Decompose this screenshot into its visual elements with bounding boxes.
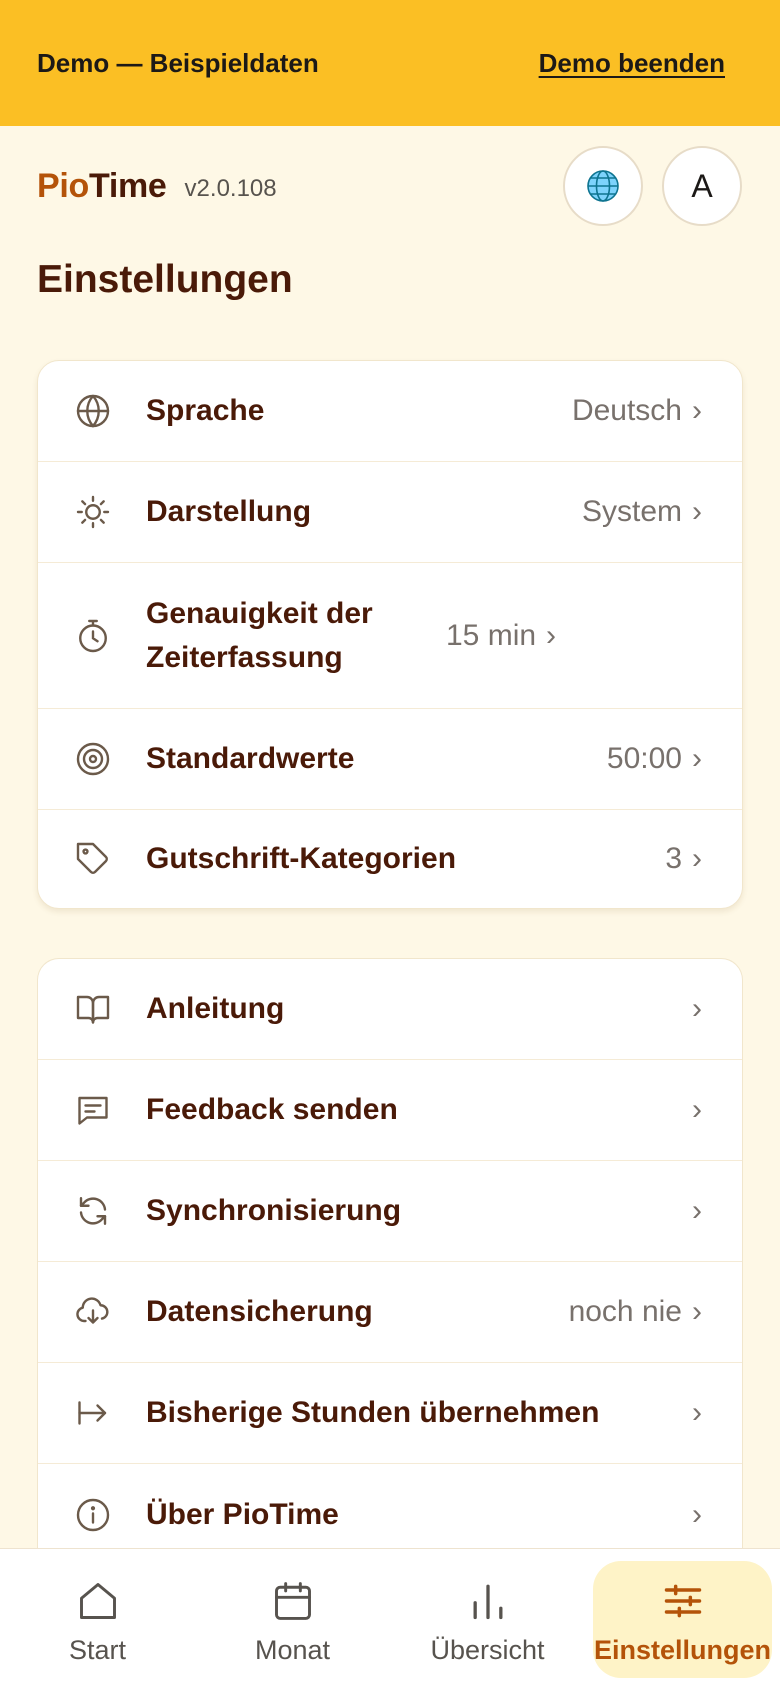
chevron-right-icon: › xyxy=(546,618,557,652)
home-icon xyxy=(79,1583,116,1619)
about-row[interactable]: Über PioTime › xyxy=(38,1464,742,1558)
tag-icon xyxy=(74,840,112,878)
guide-row[interactable]: Anleitung › xyxy=(38,959,742,1060)
more-card: Anleitung › Feedback senden › Synchronis… xyxy=(37,958,743,1558)
setting-credit-categories-row[interactable]: Gutschrift-Kategorien 3 › xyxy=(38,810,742,908)
chevron-right-icon: › xyxy=(692,394,702,427)
sliders-icon xyxy=(664,1584,701,1618)
setting-appearance-row[interactable]: Darstellung System › xyxy=(38,462,742,563)
nav-label: Einstellungen xyxy=(593,1635,772,1665)
nav-month[interactable]: Monat xyxy=(195,1549,390,1688)
setting-value: System xyxy=(581,495,682,528)
setting-value: Deutsch xyxy=(571,394,682,427)
import-arrow-icon xyxy=(74,1394,112,1432)
chevron-right-icon: › xyxy=(692,1093,702,1126)
settings-card: Sprache Deutsch › Darstellung System › G… xyxy=(37,360,743,909)
bar-chart-icon xyxy=(473,1584,502,1620)
bottom-navigation: Start Monat Übersicht Einstellungen xyxy=(0,1548,780,1688)
app-logo: PioTime xyxy=(37,167,167,206)
cloud-download-icon xyxy=(74,1293,112,1331)
page-title: Einstellungen xyxy=(37,258,293,301)
setting-precision-row[interactable]: Genauigkeit der Zeiterfassung 15 min › xyxy=(38,563,742,709)
chevron-right-icon: › xyxy=(692,495,702,528)
menu-label: Datensicherung xyxy=(146,1295,373,1328)
avatar-initial: A xyxy=(691,167,713,204)
info-icon xyxy=(74,1496,112,1534)
calendar-icon xyxy=(274,1582,311,1620)
nav-label: Monat xyxy=(254,1635,331,1665)
nav-label: Übersicht xyxy=(430,1635,545,1665)
menu-label: Feedback senden xyxy=(146,1093,398,1126)
demo-banner-text: Demo — Beispieldaten xyxy=(37,47,319,78)
message-icon xyxy=(74,1091,112,1129)
end-demo-link[interactable]: Demo beenden xyxy=(539,48,725,79)
menu-label: Anleitung xyxy=(146,992,285,1025)
setting-label: Standardwerte xyxy=(146,742,355,775)
language-button[interactable] xyxy=(563,146,643,226)
chevron-right-icon: › xyxy=(692,1194,702,1227)
chevron-right-icon: › xyxy=(692,1396,702,1429)
setting-value: 3 xyxy=(665,842,682,875)
backup-row[interactable]: Datensicherung noch nie › xyxy=(38,1262,742,1363)
chevron-right-icon: › xyxy=(692,1497,702,1531)
sun-icon xyxy=(74,493,112,531)
sync-icon xyxy=(74,1192,112,1230)
setting-language-row[interactable]: Sprache Deutsch › xyxy=(38,361,742,462)
demo-banner: Demo — Beispieldaten Demo beenden xyxy=(0,0,780,126)
menu-label: Synchronisierung xyxy=(146,1194,402,1227)
app-header: PioTime v2.0.108 A xyxy=(37,146,742,226)
menu-label: Über PioTime xyxy=(146,1497,339,1531)
nav-label: Start xyxy=(68,1635,127,1665)
app-version: v2.0.108 xyxy=(184,175,277,202)
setting-label: Darstellung xyxy=(146,495,312,528)
nav-overview[interactable]: Übersicht xyxy=(390,1549,585,1688)
target-icon xyxy=(74,740,112,778)
logo-part-pio: Pio xyxy=(37,166,89,205)
nav-settings[interactable]: Einstellungen xyxy=(585,1549,780,1688)
timer-icon xyxy=(74,617,112,655)
chevron-right-icon: › xyxy=(692,842,702,875)
sync-row[interactable]: Synchronisierung › xyxy=(38,1161,742,1262)
chevron-right-icon: › xyxy=(692,1295,702,1328)
setting-value: 50:00 xyxy=(606,742,682,775)
menu-label: Bisherige Stunden übernehmen xyxy=(146,1396,600,1429)
avatar-button[interactable]: A xyxy=(662,146,742,226)
nav-start[interactable]: Start xyxy=(0,1549,195,1688)
menu-value: noch nie xyxy=(568,1295,682,1328)
setting-label: Gutschrift-Kategorien xyxy=(146,842,457,875)
setting-defaults-row[interactable]: Standardwerte 50:00 › xyxy=(38,709,742,810)
setting-value: 15 min xyxy=(446,618,537,652)
chevron-right-icon: › xyxy=(692,742,702,775)
book-icon xyxy=(74,990,112,1028)
chevron-right-icon: › xyxy=(692,992,702,1025)
import-hours-row[interactable]: Bisherige Stunden übernehmen › xyxy=(38,1363,742,1464)
globe-emoji-icon xyxy=(587,170,619,202)
globe-icon xyxy=(74,392,112,430)
feedback-row[interactable]: Feedback senden › xyxy=(38,1060,742,1161)
logo-part-time: Time xyxy=(89,166,167,205)
setting-label: Sprache xyxy=(146,394,265,427)
setting-label: Genauigkeit der Zeiterfassung xyxy=(146,596,373,674)
